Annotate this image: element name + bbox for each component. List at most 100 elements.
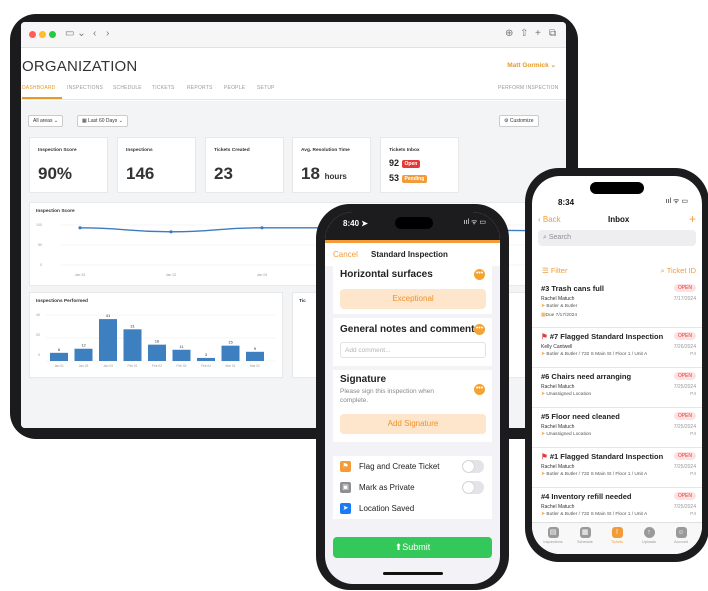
ticket-row[interactable]: ⚑ #7 Flagged Standard Inspection OPEN Ke… (532, 328, 702, 368)
bar (50, 352, 68, 361)
status-badge: OPEN (673, 492, 696, 500)
status-badge: OPEN (673, 284, 696, 292)
ticket-date: 7/25/2024 (673, 504, 696, 510)
tab-account[interactable]: ☺ Account (666, 527, 696, 544)
minimize-window-dot[interactable] (39, 31, 46, 38)
location-arrow-icon: ➤ (340, 503, 351, 514)
back-button[interactable]: ‹ Back (538, 215, 561, 224)
sidebar-icon[interactable]: ▭ ⌄ (65, 28, 86, 39)
tab-reports[interactable]: REPORTS (187, 85, 212, 91)
ticket-row[interactable]: ⚑ #1 Flagged Standard Inspection OPEN Ra… (532, 448, 702, 488)
kpi-label: Inspection Score (38, 148, 77, 153)
tab-schedule[interactable]: SCHEDULE (113, 85, 142, 91)
filter-button[interactable]: ☰ Filter (542, 266, 567, 275)
chart-title: Tic (299, 299, 306, 304)
areas-select[interactable]: All areas ⌄ (28, 115, 64, 127)
bar-value-label: 3 (205, 352, 208, 357)
tab-setup[interactable]: SETUP (257, 85, 275, 91)
ticket-location: ➤ Butler & Butler (541, 304, 578, 309)
x-tick-label: Jan 04 (257, 273, 268, 277)
bar-value-label: 15 (228, 340, 233, 345)
ticket-priority: P4 (690, 472, 696, 477)
new-tab-icon[interactable]: + (535, 28, 541, 39)
more-options-icon[interactable]: ••• (474, 269, 485, 280)
submit-button[interactable]: ⬆Submit (333, 537, 492, 558)
open-badge: Open (401, 159, 421, 168)
bar (246, 351, 264, 361)
ticket-priority: P4 (690, 352, 696, 357)
customize-button[interactable]: ⚙ Customize (499, 115, 539, 127)
x-tick-label: Feb 02 (152, 364, 162, 368)
inspections-performed-chart: Inspections Performed 40 20 0 8 Jan 01 12 J… (29, 292, 283, 378)
add-icon[interactable]: + (689, 212, 696, 226)
x-tick-label: Jan 22 (166, 273, 177, 277)
x-tick-label: Mar 01 (226, 364, 236, 368)
tab-schedule[interactable]: ▦ Schedule (570, 527, 600, 544)
ticket-location: ➤ Butler & Butler / 732 S Main St / Floo… (541, 512, 648, 517)
ticket-row[interactable]: #3 Trash cans full OPEN Rachel Matuch 7/… (532, 280, 702, 328)
more-options-icon[interactable]: ••• (474, 324, 485, 335)
kpi-resolution-time[interactable]: Avg. Resolution Time 18 hours (292, 137, 371, 193)
bar (172, 349, 191, 361)
ticket-row[interactable]: #5 Floor need cleaned OPEN Rachel Matuch… (532, 408, 702, 448)
data-point (260, 226, 264, 230)
close-window-dot[interactable] (29, 31, 36, 38)
share-icon[interactable]: ⇧ (520, 28, 528, 39)
rating-exceptional-button[interactable]: Exceptional (340, 289, 486, 309)
back-arrow-icon[interactable]: ‹ (93, 28, 96, 39)
section-title: General notes and comments (340, 324, 481, 335)
flag-ticket-row[interactable]: ⚑ Flag and Create Ticket (333, 456, 492, 477)
flag-ticket-toggle[interactable] (462, 460, 484, 473)
x-tick-label: Jan 03 (75, 273, 86, 277)
status-time: 8:40 ➤ (343, 219, 368, 228)
ticket-date: 7/26/2024 (673, 344, 696, 350)
tab-people[interactable]: PEOPLE (224, 85, 245, 91)
tab-dashboard[interactable]: DASHBOARD (22, 85, 55, 91)
kpi-tickets-created[interactable]: Tickets Created 23 (205, 137, 284, 193)
ticket-date: 7/17/2024 (673, 296, 696, 302)
cancel-button[interactable]: Cancel (333, 250, 358, 259)
gear-icon: ⚙ (504, 118, 509, 124)
private-row[interactable]: ▣ Mark as Private (333, 477, 492, 498)
perform-inspection-link[interactable]: PERFORM INSPECTION (498, 85, 559, 91)
status-badge: OPEN (673, 332, 696, 340)
kpi-tickets-inbox[interactable]: Tickets Inbox 92 Open 53 Pending (380, 137, 459, 193)
download-icon[interactable]: ⊕ (505, 28, 513, 39)
account-icon: ☺ (675, 527, 687, 538)
add-signature-button[interactable]: Add Signature (340, 414, 486, 434)
tab-inspections[interactable]: INSPECTIONS (67, 85, 103, 91)
bar-value-label: 12 (81, 343, 86, 348)
user-menu[interactable]: Matt Gormick ⌄ (507, 61, 556, 69)
ticket-date: 7/25/2024 (673, 424, 696, 430)
tab-tickets[interactable]: ! Tickets (602, 527, 632, 544)
ticket-user: Rachel Matuch (541, 384, 575, 390)
dynamic-island (395, 217, 433, 229)
kpi-inspection-score[interactable]: Inspection Score 90% (29, 137, 108, 193)
tab-inspections[interactable]: ▤ Inspections (538, 527, 568, 544)
forward-arrow-icon[interactable]: › (106, 28, 109, 39)
kpi-inspections[interactable]: Inspections 146 (117, 137, 196, 193)
document-icon: ▤ (547, 527, 559, 538)
ticket-row[interactable]: #6 Chairs need arranging OPEN Rachel Mat… (532, 368, 702, 408)
ticket-priority: P4 (690, 512, 696, 517)
ticket-title: #5 Floor need cleaned (541, 412, 620, 421)
kpi-value: 18 hours (301, 164, 347, 183)
ticket-priority: P4 (690, 432, 696, 437)
ticket-id-search-button[interactable]: ⌕ Ticket ID (661, 266, 696, 276)
tab-tickets[interactable]: TICKETS (152, 85, 175, 91)
kpi-value: 146 (126, 164, 155, 183)
tab-uploads[interactable]: ↑ Uploads (634, 527, 664, 544)
zoom-window-dot[interactable] (49, 31, 56, 38)
x-tick-label: Mar 02 (250, 364, 260, 368)
more-options-icon[interactable]: ••• (474, 384, 485, 395)
ticket-date: 7/25/2024 (673, 384, 696, 390)
ticket-user: Rachel Matuch (541, 464, 575, 470)
search-input[interactable]: ⌕ Search (538, 230, 696, 246)
tabs-overview-icon[interactable]: ⧉ (549, 28, 556, 39)
comment-input[interactable]: Add comment... (340, 342, 486, 358)
inspection-header: Cancel Standard Inspection (325, 240, 500, 266)
flag-icon: ⚑ (541, 452, 548, 461)
date-range-select[interactable]: ▦ Last 60 Days ⌄ (77, 115, 128, 127)
ticket-location: ➤ Butler & Butler / 732 S Main St / Floo… (541, 352, 648, 357)
private-toggle[interactable] (462, 481, 484, 494)
